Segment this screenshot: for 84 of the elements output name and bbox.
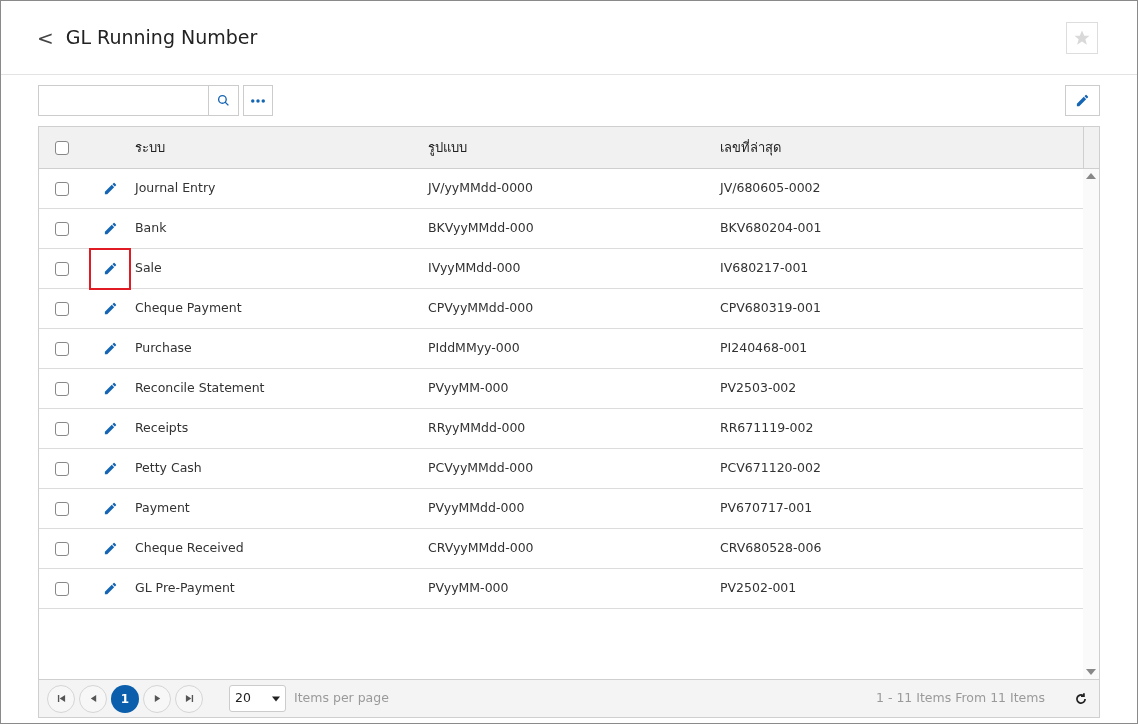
checkbox[interactable] xyxy=(55,421,69,436)
table-cell-text: GL Pre-Payment xyxy=(135,579,236,598)
table-cell-text: Bank xyxy=(135,219,168,238)
pencil-icon xyxy=(102,341,118,356)
checkbox[interactable] xyxy=(55,381,69,396)
checkbox[interactable] xyxy=(55,261,69,276)
pencil-icon xyxy=(1075,93,1090,108)
first-page-icon xyxy=(56,694,66,703)
pager-summary: 1 - 11 Items From 11 Items xyxy=(875,689,1045,708)
pencil-icon xyxy=(102,421,118,436)
table-cell-text: JV/yyMMdd-0000 xyxy=(428,179,534,198)
column-header: เลขที่ล่าสุด xyxy=(720,138,782,158)
page-title: GL Running Number xyxy=(65,25,258,51)
table-cell-text: PV670717-001 xyxy=(720,499,814,518)
table-cell-text: RRyyMMdd-000 xyxy=(428,419,527,438)
table-cell-text: Cheque Payment xyxy=(135,299,243,318)
row-edit-button[interactable] xyxy=(89,247,131,290)
table-cell-text: IV680217-001 xyxy=(720,259,810,278)
page-button[interactable]: 1 xyxy=(111,684,139,713)
table-cell-text: CRV680528-006 xyxy=(720,539,823,558)
last-page-button[interactable] xyxy=(175,684,203,713)
pencil-icon xyxy=(102,501,118,516)
checkbox[interactable] xyxy=(55,140,69,155)
table-cell-text: Sale xyxy=(135,259,163,278)
page-size-select[interactable]: 20 xyxy=(229,685,286,712)
table-cell-text: PVyyMM-000 xyxy=(428,379,510,398)
pencil-icon xyxy=(102,461,118,476)
table-cell-text: IVyyMMdd-000 xyxy=(428,259,522,278)
more-icon xyxy=(251,98,265,103)
previous-page-icon xyxy=(88,694,98,703)
table-cell-text: Cheque Received xyxy=(135,539,245,558)
table-cell-text: PV2503-002 xyxy=(720,379,798,398)
next-page-icon xyxy=(152,694,162,703)
search-field[interactable] xyxy=(38,85,239,116)
table-cell-text: BKV680204-001 xyxy=(720,219,823,238)
checkbox[interactable] xyxy=(55,221,69,236)
table-cell-text: Payment xyxy=(135,499,191,518)
table-cell-text: Receipts xyxy=(135,419,190,438)
back-button[interactable]: < xyxy=(37,22,54,53)
more-button[interactable] xyxy=(243,85,273,116)
table-cell-text: PVyyMMdd-000 xyxy=(428,499,526,518)
table-cell-text: Petty Cash xyxy=(135,459,203,478)
pencil-icon xyxy=(102,181,118,196)
search-icon xyxy=(217,94,230,107)
checkbox[interactable] xyxy=(55,461,69,476)
table-cell-text: Journal Entry xyxy=(135,179,217,198)
pencil-icon xyxy=(102,541,118,556)
page-size-label: Items per page xyxy=(294,689,389,708)
table-cell-text: PIddMMyy-000 xyxy=(428,339,521,358)
checkbox[interactable] xyxy=(55,341,69,356)
refresh-button[interactable] xyxy=(1073,690,1089,707)
last-page-icon xyxy=(184,694,194,703)
table-cell-text: Purchase xyxy=(135,339,193,358)
pencil-icon xyxy=(102,261,118,276)
scroll-down-icon xyxy=(1086,669,1096,675)
pencil-icon xyxy=(102,221,118,236)
table-cell-text: PV2502-001 xyxy=(720,579,798,598)
dropdown-icon xyxy=(272,695,280,702)
column-header: ระบบ xyxy=(135,138,166,157)
table-cell-text: CPVyyMMdd-000 xyxy=(428,299,535,318)
table-cell-text: CPV680319-001 xyxy=(720,299,822,318)
checkbox[interactable] xyxy=(55,581,69,596)
table-cell-text: PCV671120-002 xyxy=(720,459,822,478)
table-cell-text: CRVyyMMdd-000 xyxy=(428,539,535,558)
pencil-icon xyxy=(102,581,118,596)
refresh-icon xyxy=(1074,691,1088,706)
scroll-up-icon xyxy=(1086,173,1096,179)
table-cell-text: RR671119-002 xyxy=(720,419,815,438)
table-cell-text: JV/680605-0002 xyxy=(720,179,822,198)
checkbox[interactable] xyxy=(55,301,69,316)
table-cell-text: BKVyyMMdd-000 xyxy=(428,219,535,238)
pencil-icon xyxy=(102,381,118,396)
table-cell-text: Reconcile Statement xyxy=(135,379,266,398)
column-header: รูปแบบ xyxy=(428,138,468,158)
scrollbar[interactable] xyxy=(1083,169,1099,679)
checkbox[interactable] xyxy=(55,181,69,196)
table-cell-text: PI240468-001 xyxy=(720,339,809,358)
first-page-button[interactable] xyxy=(47,684,75,713)
checkbox[interactable] xyxy=(55,541,69,556)
checkbox[interactable] xyxy=(55,501,69,516)
table-cell-text: PCVyyMMdd-000 xyxy=(428,459,535,478)
edit-button[interactable] xyxy=(1065,85,1100,116)
table-cell-text: PVyyMM-000 xyxy=(428,579,510,598)
pencil-icon xyxy=(102,301,118,316)
